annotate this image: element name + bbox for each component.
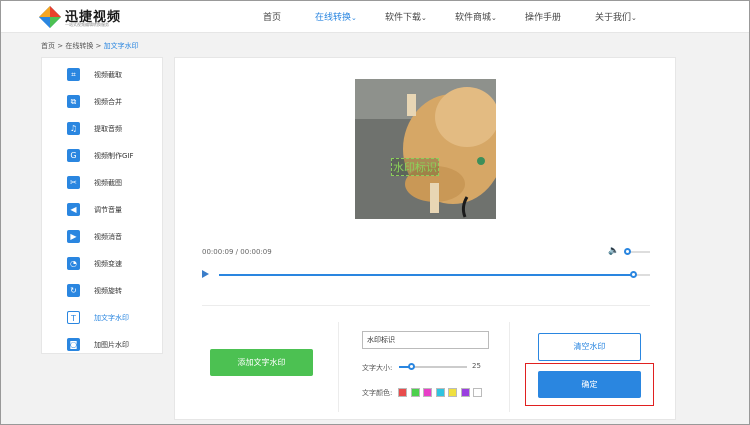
sidebar-item[interactable]: ♫ 提取音频 xyxy=(42,116,164,143)
logo-icon[interactable] xyxy=(38,5,62,29)
chevron-down-icon: ⌄ xyxy=(631,14,637,22)
color-swatch[interactable] xyxy=(410,388,420,397)
tool-sidebar: ⌗ 视频截取 ⧉ 视频合并 ♫ 提取音频 G 视频制作GIF ✂ 视频截图 ◀ 调节音量 ▶ 视频消音 ◔ 视… xyxy=(41,57,163,354)
image-watermark-icon: ◙ xyxy=(67,338,80,351)
nav-item-label: 首页 xyxy=(263,13,282,23)
nav-item-label: 关于我们 xyxy=(595,13,632,23)
mute-icon: ▶ xyxy=(67,230,80,243)
sidebar-item-label: 加文字水印 xyxy=(94,314,129,322)
nav-item-label: 操作手册 xyxy=(525,13,562,23)
color-swatch[interactable] xyxy=(473,388,482,397)
watermark-overlay-text[interactable]: 水印标识 xyxy=(391,158,439,176)
gif-icon: G xyxy=(67,149,80,162)
headphones-icon: ♫ xyxy=(67,122,80,135)
volume-slider-handle[interactable] xyxy=(623,248,631,255)
nav-item[interactable]: 软件下载⌄ xyxy=(385,10,427,23)
sidebar-item-label: 视频截图 xyxy=(94,179,122,187)
sidebar-item[interactable]: T 加文字水印 xyxy=(42,305,164,332)
nav-item-label: 软件下载 xyxy=(385,13,422,23)
color-swatch[interactable] xyxy=(448,388,457,397)
font-size-handle[interactable] xyxy=(407,363,415,370)
sidebar-item[interactable]: ✂ 视频截图 xyxy=(42,170,164,197)
top-header: 迅捷视频 一站式视频编辑转换服务 首页 在线转换⌄ 软件下载⌄ 软件商城⌄ 操作手册 关于… xyxy=(1,1,749,33)
nav-item[interactable]: 首页 xyxy=(263,10,281,23)
nav-item[interactable]: 操作手册 xyxy=(525,10,561,23)
breadcrumb-section[interactable]: 在线转换 xyxy=(65,42,93,50)
color-swatch[interactable] xyxy=(460,388,470,397)
crop-icon: ⌗ xyxy=(67,68,80,81)
sidebar-item[interactable]: ◔ 视频变速 xyxy=(42,251,164,278)
volume-icon[interactable]: 🔈 xyxy=(608,246,619,256)
chevron-down-icon: ⌄ xyxy=(351,14,357,22)
sidebar-item-label: 视频旋转 xyxy=(94,287,122,295)
nav-item-label: 在线转换 xyxy=(315,13,352,23)
color-swatch[interactable] xyxy=(423,388,432,397)
color-swatch[interactable] xyxy=(435,388,445,397)
watermark-text-input[interactable] xyxy=(362,331,489,349)
sidebar-item-label: 视频制作GIF xyxy=(94,152,134,160)
rotate-icon: ↻ xyxy=(67,284,80,297)
breadcrumb-home[interactable]: 首页 xyxy=(41,42,55,50)
color-swatch[interactable] xyxy=(398,388,407,397)
editor-panel: 水印标识 00:00:09 / 00:00:09 🔈 添加文字水印 文字大小: … xyxy=(174,57,676,420)
video-preview[interactable]: 水印标识 xyxy=(355,79,496,219)
progress-fill xyxy=(219,274,633,276)
sidebar-item-label: 视频消音 xyxy=(94,233,122,241)
divider xyxy=(202,305,650,306)
sidebar-item[interactable]: ⧉ 视频合并 xyxy=(42,89,164,116)
clear-watermark-button[interactable]: 清空水印 xyxy=(538,333,641,361)
column-divider xyxy=(338,322,339,412)
sidebar-item[interactable]: ⌗ 视频截取 xyxy=(42,62,164,89)
time-display: 00:00:09 / 00:00:09 xyxy=(202,248,272,256)
sidebar-item-label: 视频合并 xyxy=(94,98,122,106)
sidebar-item[interactable]: ◙ 加图片水印 xyxy=(42,332,164,359)
text-watermark-icon: T xyxy=(67,311,80,324)
breadcrumb: 首页 > 在线转换 > 加文字水印 xyxy=(41,41,139,51)
video-frame-image xyxy=(355,79,496,219)
play-icon[interactable] xyxy=(202,270,209,278)
progress-handle[interactable] xyxy=(629,271,637,278)
current-time: 00:00:09 xyxy=(202,248,234,256)
sidebar-item-label: 调节音量 xyxy=(94,206,122,214)
confirm-button[interactable]: 确定 xyxy=(538,371,641,398)
nav-item[interactable]: 软件商城⌄ xyxy=(455,10,497,23)
sidebar-item[interactable]: G 视频制作GIF xyxy=(42,143,164,170)
font-color-label: 文字颜色: xyxy=(362,389,393,397)
column-divider xyxy=(509,322,510,412)
sidebar-item-label: 视频截取 xyxy=(94,71,122,79)
sidebar-item[interactable]: ↻ 视频旋转 xyxy=(42,278,164,305)
sidebar-item-label: 提取音频 xyxy=(94,125,122,133)
nav-item[interactable]: 关于我们⌄ xyxy=(595,10,637,23)
chevron-down-icon: ⌄ xyxy=(421,14,427,22)
nav-item[interactable]: 在线转换⌄ xyxy=(315,10,357,23)
sidebar-item[interactable]: ◀ 调节音量 xyxy=(42,197,164,224)
nav-item-label: 软件商城 xyxy=(455,13,492,23)
sidebar-item[interactable]: ▶ 视频消音 xyxy=(42,224,164,251)
add-text-watermark-button[interactable]: 添加文字水印 xyxy=(210,349,313,376)
sidebar-item-label: 视频变速 xyxy=(94,260,122,268)
breadcrumb-current: 加文字水印 xyxy=(103,42,139,50)
scissors-icon: ✂ xyxy=(67,176,80,189)
volume-icon: ◀ xyxy=(67,203,80,216)
sidebar-item-label: 加图片水印 xyxy=(94,341,129,349)
brand-subtitle: 一站式视频编辑转换服务 xyxy=(65,22,109,27)
breadcrumb-separator: > xyxy=(93,42,104,50)
chevron-down-icon: ⌄ xyxy=(491,14,497,22)
font-size-label: 文字大小: xyxy=(362,364,393,372)
font-size-value: 25 xyxy=(472,362,481,370)
merge-icon: ⧉ xyxy=(67,95,80,108)
breadcrumb-separator: > xyxy=(55,42,66,50)
total-time: 00:00:09 xyxy=(240,248,272,256)
speed-icon: ◔ xyxy=(67,257,80,270)
